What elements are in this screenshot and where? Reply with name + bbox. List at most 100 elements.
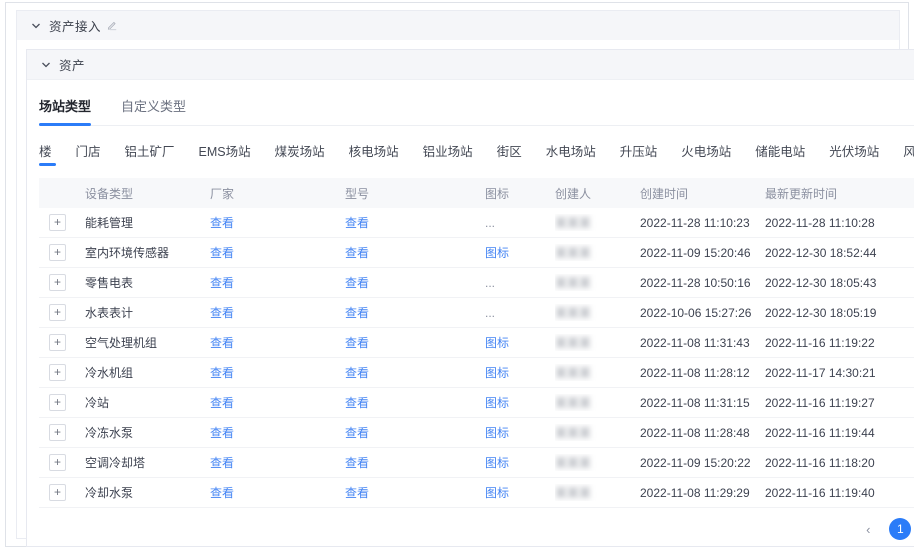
- device-type-name: 冷冻水泵: [85, 424, 210, 441]
- model-view-link[interactable]: 查看: [345, 396, 369, 410]
- row-expand-button[interactable]: +: [49, 274, 66, 291]
- section-asset: 资产 场站类型自定义类型 楼门店铝土矿厂EMS场站煤炭场站核电场站铝业场站街区水…: [26, 49, 914, 547]
- model-view-link[interactable]: 查看: [345, 246, 369, 260]
- vendor-view-link[interactable]: 查看: [210, 336, 234, 350]
- icon-ellipsis: ...: [485, 306, 495, 320]
- vendor-view-link[interactable]: 查看: [210, 456, 234, 470]
- column-header: 创建人: [555, 185, 640, 202]
- updated-time: 2022-11-16 11:19:44: [765, 426, 914, 440]
- subtab[interactable]: 铝业场站: [423, 141, 473, 166]
- icon-view-link[interactable]: 图标: [485, 486, 509, 500]
- row-expand-button[interactable]: +: [49, 454, 66, 471]
- updated-time: 2022-11-16 11:19:22: [765, 336, 914, 350]
- table-row: + 冷水机组 查看 查看 图标 某某某 2022-11-08 11:28:12 …: [39, 358, 914, 388]
- model-view-link[interactable]: 查看: [345, 216, 369, 230]
- table-row: + 冷站 查看 查看 图标 某某某 2022-11-08 11:31:15 20…: [39, 388, 914, 418]
- subtab[interactable]: 水电场站: [546, 141, 596, 166]
- chevron-down-icon[interactable]: [41, 60, 51, 70]
- subtab[interactable]: 核电场站: [349, 141, 399, 166]
- table-row: + 零售电表 查看 查看 ... 某某某 2022-11-28 10:50:16…: [39, 268, 914, 298]
- table-row: + 空调冷却塔 查看 查看 图标 某某某 2022-11-09 15:20:22…: [39, 448, 914, 478]
- subtab[interactable]: 升压站: [620, 141, 658, 166]
- created-time: 2022-11-08 11:29:29: [640, 486, 765, 500]
- row-expand-button[interactable]: +: [49, 424, 66, 441]
- icon-view-link[interactable]: 图标: [485, 456, 509, 470]
- section-title-asset-access: 资产接入: [49, 16, 101, 35]
- vendor-view-link[interactable]: 查看: [210, 426, 234, 440]
- vendor-view-link[interactable]: 查看: [210, 276, 234, 290]
- creator-redacted: 某某某: [555, 454, 591, 471]
- model-view-link[interactable]: 查看: [345, 366, 369, 380]
- station-type-subtabs: 楼门店铝土矿厂 EMS场站煤炭场站核电场站铝业场站街区水电场站升压站火电场站储能电…: [39, 126, 914, 172]
- model-view-link[interactable]: 查看: [345, 456, 369, 470]
- row-expand-button[interactable]: +: [49, 304, 66, 321]
- edit-pencil-icon[interactable]: [107, 21, 117, 31]
- updated-time: 2022-12-30 18:05:43: [765, 276, 914, 290]
- subtab[interactable]: 门店: [76, 141, 101, 166]
- device-type-name: 水表表计: [85, 304, 210, 321]
- pagination-prev-icon[interactable]: ‹: [857, 518, 879, 540]
- icon-cell: ...: [485, 216, 555, 230]
- subtab[interactable]: 风场: [903, 141, 914, 166]
- creator-redacted: 某某某: [555, 304, 591, 321]
- updated-time: 2022-11-16 11:18:20: [765, 456, 914, 470]
- icon-cell: 图标: [485, 334, 555, 351]
- row-expand-button[interactable]: +: [49, 244, 66, 261]
- updated-time: 2022-11-16 11:19:40: [765, 486, 914, 500]
- icon-view-link[interactable]: 图标: [485, 366, 509, 380]
- asset-header[interactable]: 资产: [27, 50, 914, 80]
- vendor-view-link[interactable]: 查看: [210, 366, 234, 380]
- model-view-link[interactable]: 查看: [345, 486, 369, 500]
- device-type-name: 冷站: [85, 394, 210, 411]
- vendor-view-link[interactable]: 查看: [210, 246, 234, 260]
- model-view-link[interactable]: 查看: [345, 306, 369, 320]
- column-header: 图标: [485, 185, 555, 202]
- created-time: 2022-11-08 11:31:43: [640, 336, 765, 350]
- device-type-name: 能耗管理: [85, 214, 210, 231]
- model-view-link[interactable]: 查看: [345, 276, 369, 290]
- pagination-page-1[interactable]: 1: [889, 518, 911, 540]
- vendor-view-link[interactable]: 查看: [210, 396, 234, 410]
- vendor-view-link[interactable]: 查看: [210, 486, 234, 500]
- tab-active[interactable]: 场站类型: [39, 96, 91, 125]
- table-row: + 能耗管理 查看 查看 ... 某某某 2022-11-28 11:10:23…: [39, 208, 914, 238]
- subtab[interactable]: EMS场站: [199, 141, 251, 166]
- subtab[interactable]: 光伏场站: [829, 141, 879, 166]
- vendor-view-link[interactable]: 查看: [210, 216, 234, 230]
- chevron-down-icon[interactable]: [31, 21, 41, 31]
- subtab[interactable]: 铝土矿厂: [125, 141, 175, 166]
- icon-view-link[interactable]: 图标: [485, 426, 509, 440]
- device-type-name: 冷水机组: [85, 364, 210, 381]
- creator-redacted: 某某某: [555, 484, 591, 501]
- vendor-view-link[interactable]: 查看: [210, 306, 234, 320]
- icon-ellipsis: ...: [485, 216, 495, 230]
- row-expand-button[interactable]: +: [49, 394, 66, 411]
- model-view-link[interactable]: 查看: [345, 426, 369, 440]
- row-expand-button[interactable]: +: [49, 334, 66, 351]
- subtab[interactable]: 储能电站: [755, 141, 805, 166]
- icon-view-link[interactable]: 图标: [485, 246, 509, 260]
- icon-view-link[interactable]: 图标: [485, 336, 509, 350]
- created-time: 2022-11-09 15:20:46: [640, 246, 765, 260]
- device-type-name: 零售电表: [85, 274, 210, 291]
- row-expand-button[interactable]: +: [49, 364, 66, 381]
- icon-view-link[interactable]: 图标: [485, 396, 509, 410]
- updated-time: 2022-12-30 18:05:19: [765, 306, 914, 320]
- type-tabs: 场站类型 自定义类型: [39, 80, 914, 126]
- column-header: 最新更新时间: [765, 185, 914, 202]
- asset-access-header[interactable]: 资产接入: [17, 11, 899, 40]
- model-view-link[interactable]: 查看: [345, 336, 369, 350]
- page-frame: 资产接入 资产 场站类型自定义类型 楼门店铝土矿厂EMS场站煤炭场站核电场站铝业…: [5, 2, 909, 547]
- subtab[interactable]: 火电场站: [681, 141, 731, 166]
- icon-cell: 图标: [485, 484, 555, 501]
- creator-redacted: 某某某: [555, 274, 591, 291]
- section-asset-access: 资产接入 资产 场站类型自定义类型 楼门店铝土矿厂EMS场站煤炭场站核电场站铝业…: [16, 10, 900, 539]
- row-expand-button[interactable]: +: [49, 214, 66, 231]
- device-type-name: 空气处理机组: [85, 334, 210, 351]
- table-row: + 冷却水泵 查看 查看 图标 某某某 2022-11-08 11:29:29 …: [39, 478, 914, 508]
- subtab[interactable]: 楼: [39, 141, 52, 166]
- row-expand-button[interactable]: +: [49, 484, 66, 501]
- subtab[interactable]: 街区: [497, 141, 522, 166]
- subtab[interactable]: 煤炭场站: [275, 141, 325, 166]
- tab-inactive[interactable]: 自定义类型: [121, 96, 186, 125]
